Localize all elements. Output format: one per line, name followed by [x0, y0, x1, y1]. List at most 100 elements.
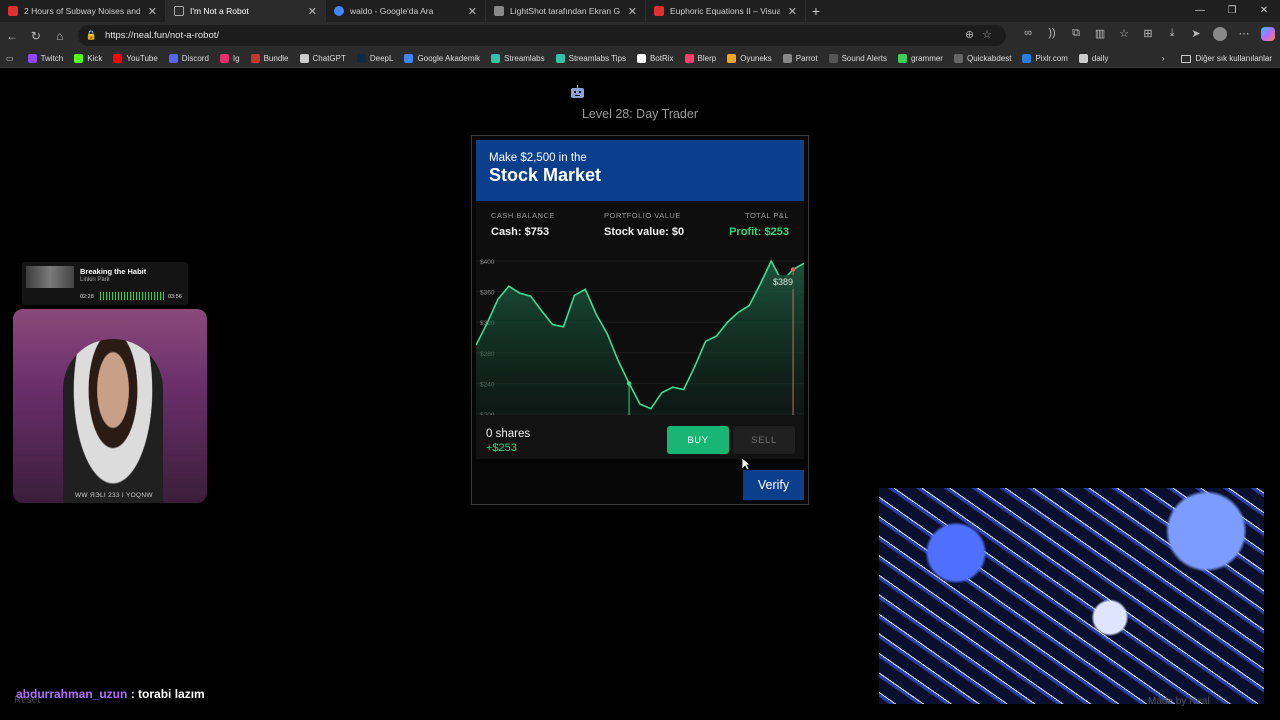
- bookmark-quickabdest[interactable]: Quickabdest: [953, 53, 1011, 63]
- verify-button[interactable]: Verify: [743, 470, 804, 500]
- tab-euphoric[interactable]: Euphoric Equations II – Visua ✕: [646, 0, 806, 22]
- close-icon[interactable]: ✕: [468, 5, 477, 18]
- favorites-icon[interactable]: ☆: [1112, 27, 1136, 44]
- tab-title: 2 Hours of Subway Noises and R: [24, 6, 140, 16]
- bookmark-favicon-icon: [491, 53, 501, 63]
- bookmark-favicon-icon: [897, 53, 907, 63]
- menu-icon[interactable]: ⋯: [1232, 27, 1256, 44]
- close-icon[interactable]: ✕: [788, 5, 797, 18]
- pl-value: Profit: $253: [729, 226, 789, 238]
- level-title: Level 28: Day Trader: [581, 107, 699, 121]
- bookmark-sidebar-icon[interactable]: ▭: [6, 54, 14, 63]
- bookmark-label: Parrot: [795, 53, 818, 63]
- now-playing-widget: Breaking the Habit Linkin Park 02:28 03:…: [22, 262, 188, 305]
- challenge-title: Stock Market: [489, 165, 602, 185]
- youtube-icon: [654, 6, 664, 16]
- bookmark-parrot[interactable]: Parrot: [782, 53, 818, 63]
- sell-button[interactable]: SELL: [733, 426, 795, 454]
- bookmark-deepl[interactable]: DeepL: [356, 53, 393, 63]
- home-button[interactable]: ⌂: [48, 29, 72, 43]
- bookmark-label: YouTube: [126, 53, 158, 63]
- url-text: https://neal.fun/not-a-robot/: [104, 30, 220, 41]
- new-tab-button[interactable]: +: [806, 3, 826, 19]
- bookmark-label: Streamlabs: [504, 53, 545, 63]
- shares-count: 0 shares: [486, 428, 531, 440]
- bookmark-twitch[interactable]: Twitch: [27, 53, 63, 63]
- trading-panel: CASH BALANCE Cash: $753 PORTFOLIO VALUE …: [475, 201, 805, 459]
- y-tick-label: $360: [480, 290, 495, 297]
- bookmark-label: Discord: [181, 53, 209, 63]
- zoom-icon[interactable]: ⊕: [965, 29, 982, 41]
- tab-title: I'm Not a Robot: [190, 6, 249, 16]
- star-icon[interactable]: ☆: [982, 29, 1000, 41]
- bookmark-favicon-icon: [684, 53, 694, 63]
- chat-message: abdurrahman_uzun : torabi lazım: [16, 687, 205, 701]
- restore-button[interactable]: ❐: [1216, 0, 1248, 22]
- puzzle-icon[interactable]: ⧉: [1064, 27, 1088, 44]
- bookmark-favicon-icon: [299, 53, 309, 63]
- close-window-button[interactable]: ✕: [1248, 0, 1280, 22]
- bookmark-oyuneks[interactable]: Oyuneks: [727, 53, 772, 63]
- bookmark-label: Sound Alerts: [841, 53, 887, 63]
- bookmark-discord[interactable]: Discord: [168, 53, 209, 63]
- download-icon[interactable]: ⤓: [1160, 27, 1184, 44]
- bookmarks-bar: ▭ Twitch Kick YouTube Discord Ig Bundle ChatGP…: [0, 49, 1280, 68]
- tab-not-a-robot[interactable]: I'm Not a Robot ✕: [166, 0, 326, 22]
- bookmark-botrix[interactable]: BotRix: [636, 53, 674, 63]
- bookmark-label: BotRix: [649, 53, 674, 63]
- current-point: [790, 267, 796, 272]
- split-screen-icon[interactable]: ▥: [1088, 27, 1112, 44]
- bookmark-ig[interactable]: Ig: [219, 53, 240, 63]
- extension-icon[interactable]: ∞: [1016, 27, 1040, 44]
- portfolio-label: PORTFOLIO VALUE: [604, 211, 681, 220]
- bookmark-streamlabs[interactable]: Streamlabs: [491, 53, 545, 63]
- tab-lightshot[interactable]: LightShot tarafından Ekran Görün ✕: [486, 0, 646, 22]
- bookmark-grammer[interactable]: grammer: [897, 53, 943, 63]
- google-icon: [334, 6, 344, 16]
- collections-icon[interactable]: ⊞: [1136, 27, 1160, 44]
- bookmark-favicon-icon: [1078, 53, 1088, 63]
- bookmark-chatgpt[interactable]: ChatGPT: [299, 53, 346, 63]
- close-icon[interactable]: ✕: [308, 5, 317, 18]
- bookmark-daily[interactable]: daily: [1078, 53, 1108, 63]
- album-art: [26, 266, 74, 288]
- lock-icon[interactable]: 🔒: [86, 30, 97, 41]
- buy-button[interactable]: BUY: [667, 426, 729, 454]
- refresh-button[interactable]: ↻: [24, 29, 48, 43]
- read-aloud-icon[interactable]: )): [1040, 27, 1064, 44]
- buy-point: [626, 381, 632, 386]
- bookmark-google-akademik[interactable]: Google Akademik: [404, 53, 480, 63]
- chat-username: abdurrahman_uzun: [16, 687, 128, 701]
- other-bookmarks[interactable]: › Diğer sık kullanılanlar: [1162, 49, 1272, 68]
- close-icon[interactable]: ✕: [148, 5, 157, 18]
- bookmark-favicon-icon: [168, 53, 178, 63]
- bookmark-youtube[interactable]: YouTube: [113, 53, 158, 63]
- tab-waldo[interactable]: waldo - Google'da Ara ✕: [326, 0, 486, 22]
- profile-icon[interactable]: [1208, 27, 1232, 44]
- bookmark-pixlr-com[interactable]: Pixlr.com: [1022, 53, 1068, 63]
- bookmark-favicon-icon: [1022, 53, 1032, 63]
- trade-bar: 0 shares +$253 BUY SELL: [476, 415, 804, 459]
- bookmark-kick[interactable]: Kick: [74, 53, 102, 63]
- cash-value: Cash: $753: [491, 226, 550, 238]
- bookmark-favicon-icon: [953, 53, 963, 63]
- streamer-figure: [63, 339, 163, 503]
- muted-speaker-icon[interactable]: [174, 6, 184, 16]
- made-by-link[interactable]: Made by Neal: [1148, 696, 1210, 707]
- webcam-overlay: WW ЯЭLI 233 I YOQNW: [13, 309, 207, 503]
- bookmark-favicon-icon: [828, 53, 838, 63]
- bookmark-blerp[interactable]: Blerp: [684, 53, 716, 63]
- bookmark-bundle[interactable]: Bundle: [250, 53, 289, 63]
- bookmark-sound-alerts[interactable]: Sound Alerts: [828, 53, 887, 63]
- address-bar[interactable]: 🔒 https://neal.fun/not-a-robot/ ⊕☆: [77, 25, 1007, 46]
- tab-subway[interactable]: 2 Hours of Subway Noises and R ✕: [0, 0, 166, 22]
- close-icon[interactable]: ✕: [628, 5, 637, 18]
- copilot-icon[interactable]: [1256, 27, 1280, 44]
- share-icon[interactable]: ➤: [1184, 27, 1208, 44]
- bookmark-favicon-icon: [356, 53, 366, 63]
- bookmark-streamlabs-tips[interactable]: Streamlabs Tips: [555, 53, 626, 63]
- minimize-button[interactable]: —: [1184, 0, 1216, 22]
- chevron-right-icon[interactable]: ›: [1162, 54, 1165, 63]
- back-button[interactable]: ←: [0, 29, 24, 43]
- bookmark-label: Oyuneks: [740, 53, 772, 63]
